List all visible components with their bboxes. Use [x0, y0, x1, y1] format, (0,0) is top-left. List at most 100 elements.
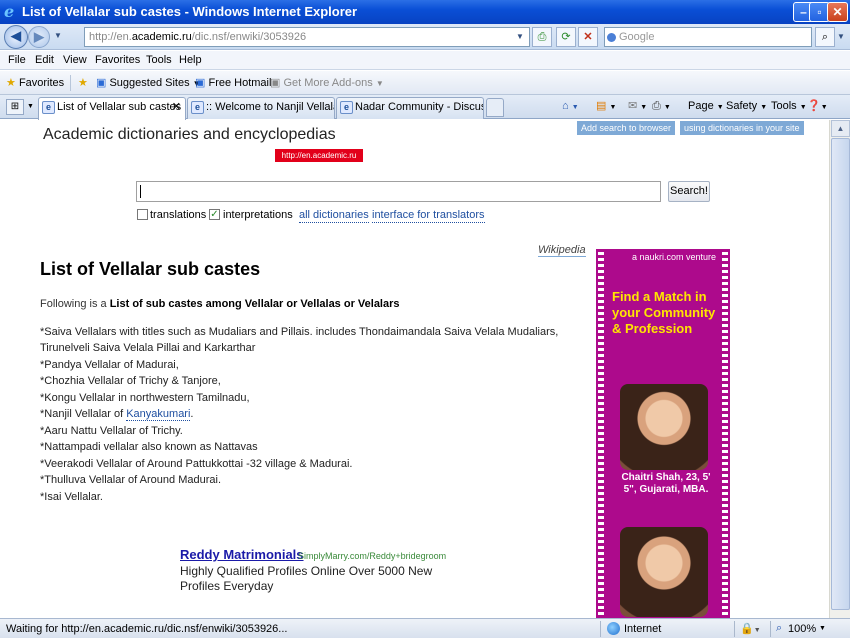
interpretations-label: interpretations [223, 209, 293, 221]
safety-menu[interactable]: Safety ▼ [726, 98, 767, 116]
close-button[interactable]: ✕ [827, 2, 848, 22]
address-dropdown-icon[interactable]: ▼ [516, 32, 524, 41]
suggested-sites-button[interactable]: ▣ Suggested Sites ▼ [96, 76, 201, 91]
scroll-thumb[interactable] [831, 138, 850, 610]
favorites-bar: ★ Favorites ★ ▣ Suggested Sites ▼ ▣ Free… [0, 71, 850, 95]
suggested-sites-label: Suggested Sites [109, 77, 190, 89]
tools-menu-label: Tools [771, 100, 797, 112]
free-hotmail-link[interactable]: ▣ Free Hotmail [195, 76, 271, 90]
search-button[interactable]: Search! [668, 181, 710, 202]
interpretations-checkbox[interactable]: ✓ [209, 209, 220, 220]
film-strip-decoration [722, 249, 728, 618]
page-icon: e [42, 101, 55, 114]
close-tab-icon[interactable]: ✕ [172, 98, 181, 116]
site-title: Academic dictionaries and encyclopedias [43, 126, 336, 143]
page-icon: ▣ [96, 77, 107, 89]
article-intro: Following is a List of sub castes among … [40, 297, 400, 311]
zoom-dropdown-icon[interactable]: ▼ [819, 625, 826, 632]
refresh-icon[interactable]: ⟳ [556, 27, 576, 47]
site-url-badge[interactable]: http://en.academic.ru [275, 149, 363, 162]
menu-tools[interactable]: Tools [146, 54, 172, 67]
protected-mode-icon[interactable]: 🔒▼ [740, 622, 761, 635]
add-favorite-icon[interactable]: ★ [78, 76, 88, 90]
tab-nanjil[interactable]: e :: Welcome to Nanjil Vellalar ... [187, 97, 335, 119]
new-tab-button[interactable] [486, 98, 504, 117]
quick-tabs-icon[interactable]: ⊞ [6, 99, 24, 115]
forward-button[interactable]: ▶ [28, 26, 50, 48]
kanyakumari-link[interactable]: Kanyakumari [126, 408, 191, 421]
menu-help[interactable]: Help [179, 54, 202, 67]
page-menu[interactable]: Page ▼ [688, 98, 724, 116]
zoom-icon[interactable]: ⌕ [776, 622, 782, 635]
window-title: List of Vellalar sub castes - Windows In… [22, 4, 358, 19]
status-text: Waiting for http://en.academic.ru/dic.ns… [6, 623, 288, 635]
stop-icon[interactable]: ✕ [578, 27, 598, 47]
wikipedia-source-link[interactable]: Wikipedia [538, 244, 586, 257]
tab-nadar[interactable]: e Nadar Community - Discussio... [336, 97, 484, 119]
profile-caption: Chaitri Shah, 23, 5' 5", Gujarati, MBA. [621, 472, 711, 495]
safety-menu-label: Safety [726, 100, 758, 112]
list-item: *Nanjil Vellalar of Kanyakumari. [40, 407, 193, 421]
list-item: *Pandya Vellalar of Madurai, [40, 359, 179, 371]
using-dictionaries-button[interactable]: using dictionaries in your site [680, 121, 804, 135]
divider [770, 621, 771, 637]
compatibility-view-icon[interactable]: ⎙ [532, 27, 552, 47]
translations-checkbox[interactable] [137, 209, 148, 220]
tab-list-icon[interactable]: ▼ [27, 103, 34, 110]
list-item-tail: . [190, 408, 194, 420]
search-provider-icon [607, 33, 616, 42]
search-options-icon[interactable]: ▼ [837, 32, 845, 41]
page-icon: e [340, 101, 353, 114]
add-search-button[interactable]: Add search to browser [577, 121, 676, 135]
divider [734, 621, 735, 637]
mail-icon[interactable]: ✉ ▼ [628, 98, 647, 116]
print-icon[interactable]: ⎙ ▼ [652, 98, 671, 116]
star-icon: ★ [6, 77, 16, 89]
menu-bar: File Edit View Favorites Tools Help [0, 51, 850, 70]
matrimony-banner-ad[interactable]: a naukri.com venture Find a Match in you… [596, 249, 730, 618]
menu-favorites[interactable]: Favorites [95, 54, 140, 67]
menu-file[interactable]: File [8, 54, 26, 67]
scroll-up-icon[interactable]: ▲ [831, 120, 850, 137]
ad-description: Highly Qualified Profiles Online Over 50… [180, 564, 433, 578]
interface-for-translators-link[interactable]: interface for translators [372, 209, 485, 223]
list-item: *Nattampadi vellalar also known as Natta… [40, 441, 258, 453]
vertical-scrollbar[interactable]: ▲ [829, 120, 850, 618]
search-input[interactable]: Google [604, 27, 812, 47]
list-item: *Veerakodi Vellalar of Around Pattukkott… [40, 458, 353, 470]
favorites-button[interactable]: ★ Favorites [6, 76, 64, 90]
list-item: *Thulluva Vellalar of Around Madurai. [40, 474, 221, 486]
address-input[interactable]: http://en.academic.ru/dic.nsf/enwiki/305… [84, 27, 530, 47]
recent-pages-icon[interactable]: ▼ [54, 31, 62, 40]
back-button[interactable]: ◀ [4, 25, 28, 49]
ad-title-link[interactable]: Reddy Matrimonials [180, 547, 304, 562]
help-icon[interactable]: ❓▼ [807, 98, 828, 116]
status-bar: Waiting for http://en.academic.ru/dic.ns… [0, 618, 850, 638]
address-row: ◀ ▶ ▼ http://en.academic.ru/dic.nsf/enwi… [0, 24, 850, 50]
home-icon[interactable]: ⌂ ▼ [562, 98, 579, 116]
menu-edit[interactable]: Edit [35, 54, 54, 67]
banner-slogan: Find a Match in your Community & Profess… [612, 289, 716, 336]
favorites-label: Favorites [18, 77, 65, 89]
tools-menu[interactable]: Tools ▼ [771, 98, 807, 116]
get-addons-label: Get More Add-ons [283, 77, 373, 89]
feeds-icon[interactable]: ▤ ▼ [596, 98, 616, 116]
intro-prefix: Following is a [40, 298, 110, 310]
security-zone-label[interactable]: Internet [624, 623, 661, 636]
list-item: *Isai Vellalar. [40, 491, 103, 503]
title-bar: e List of Vellalar sub castes - Windows … [0, 0, 850, 24]
menu-view[interactable]: View [63, 54, 87, 67]
get-addons-button[interactable]: ▣ Get More Add-ons ▼ [270, 76, 384, 91]
page-menu-label: Page [688, 100, 714, 112]
zoom-level[interactable]: 100% [788, 623, 816, 636]
tab-vellalar[interactable]: e List of Vellalar sub castes ✕ [38, 97, 186, 120]
tab-label: Nadar Community - Discussio... [355, 101, 484, 113]
ad-url[interactable]: SimplyMarry.com/Reddy+bridegroom [298, 551, 446, 561]
all-dictionaries-link[interactable]: all dictionaries [299, 209, 369, 223]
address-prefix: http://en. [89, 31, 132, 43]
dictionary-search-input[interactable] [136, 181, 661, 202]
banner-header: a naukri.com venture [632, 252, 717, 262]
tab-bar: ⊞ ▼ e List of Vellalar sub castes ✕ e ::… [0, 95, 850, 120]
page-icon: ▣ [195, 77, 206, 89]
search-go-icon[interactable]: ⌕ [815, 27, 835, 47]
